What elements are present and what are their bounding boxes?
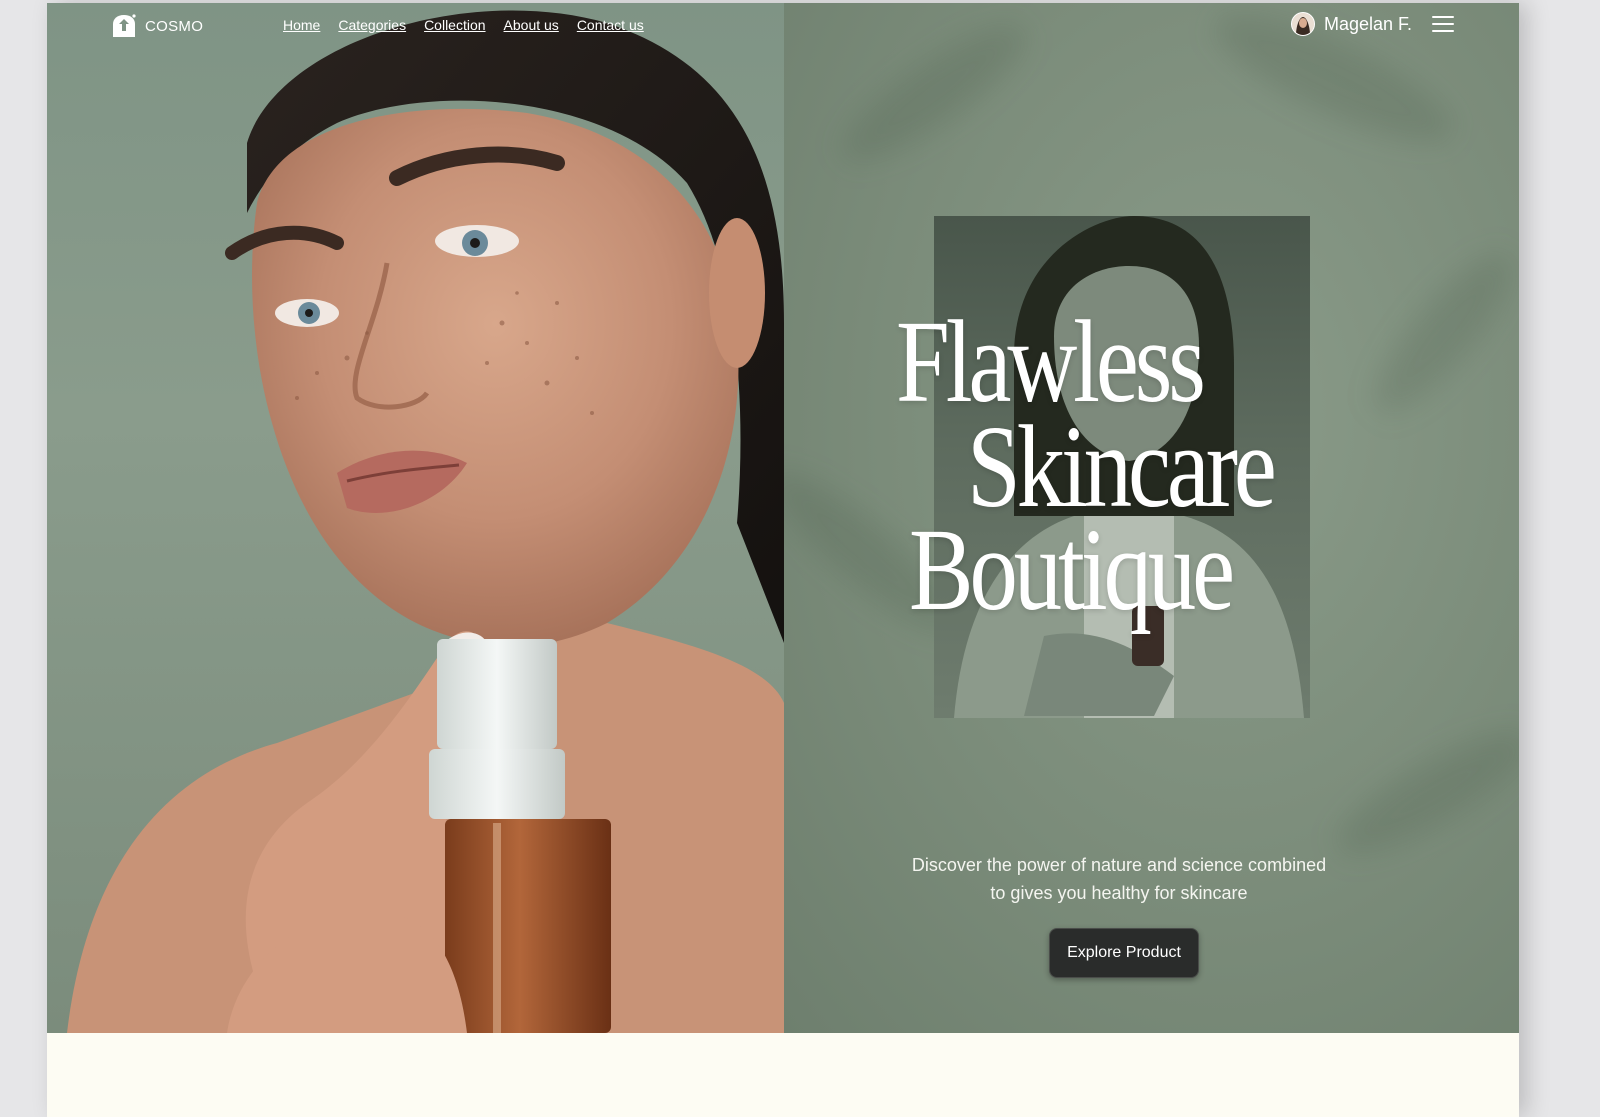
hero-right-panel: Flawless Skincare Boutique Discover the … bbox=[784, 3, 1519, 1033]
user-name: Magelan F. bbox=[1324, 13, 1413, 34]
explore-product-button[interactable]: Explore Product bbox=[1049, 928, 1199, 978]
nav-link-collection[interactable]: Collection bbox=[424, 17, 485, 33]
hamburger-menu-icon[interactable] bbox=[1432, 16, 1454, 34]
nav-link-categories[interactable]: Categories bbox=[338, 17, 406, 33]
hero-section: Flawless Skincare Boutique Discover the … bbox=[47, 3, 1519, 1033]
user-profile[interactable]: Magelan F. bbox=[1291, 12, 1412, 36]
model-illustration bbox=[67, 10, 784, 1033]
leaf-shadow bbox=[1323, 712, 1519, 874]
tagline-line-2: to gives you healthy for skincare bbox=[990, 883, 1248, 903]
browser-page-frame: Flawless Skincare Boutique Discover the … bbox=[47, 3, 1519, 1117]
hero-model-photo bbox=[47, 3, 784, 1033]
nav-link-contact-us[interactable]: Contact us bbox=[577, 17, 644, 33]
nav-link-about-us[interactable]: About us bbox=[504, 17, 559, 33]
brand-name: COSMO bbox=[145, 17, 204, 35]
brand-logo[interactable]: COSMO bbox=[111, 13, 203, 39]
avatar-icon bbox=[1292, 13, 1314, 35]
below-hero-section bbox=[47, 1033, 1519, 1117]
headline-line-3: Boutique bbox=[909, 504, 1235, 635]
house-leaf-icon bbox=[113, 14, 136, 37]
tagline-line-1: Discover the power of nature and science… bbox=[911, 855, 1327, 875]
hero-tagline: Discover the power of nature and science… bbox=[894, 851, 1344, 907]
top-navigation: COSMO Home Categories Collection About u… bbox=[47, 3, 1519, 49]
nav-links: Home Categories Collection About us Cont… bbox=[283, 17, 644, 33]
leaf-shadow bbox=[1356, 237, 1519, 429]
nav-link-home[interactable]: Home bbox=[283, 17, 320, 33]
user-avatar bbox=[1291, 12, 1315, 36]
